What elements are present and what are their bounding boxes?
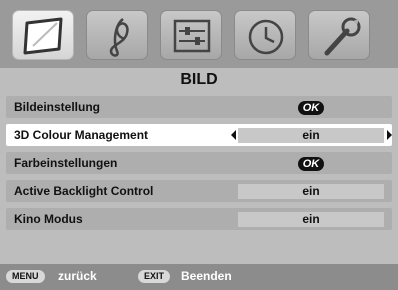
menu-row-kino-modus[interactable]: Kino Modus ein [6,208,392,230]
menu-row-value[interactable]: ein [238,128,384,143]
tab-timer[interactable] [234,10,296,60]
settings-sliders-icon [173,19,211,53]
exit-key-label: Beenden [181,269,232,283]
music-note-icon [109,18,129,57]
menu-row-value[interactable]: ein [238,212,384,227]
menu-row-value: OK [238,100,384,115]
ok-badge: OK [297,101,325,115]
menu-tab-bar [0,0,398,68]
exit-key-badge[interactable]: EXIT [138,270,171,283]
picture-menu-panel: BILD Bildeinstellung OK 3D Colour Manage… [0,68,398,264]
menu-row-value[interactable]: ein [238,184,384,199]
menu-row-label: 3D Colour Management [14,128,149,142]
menu-row-farbeinstellungen[interactable]: Farbeinstellungen OK [6,152,392,174]
menu-row-label: Farbeinstellungen [14,156,118,170]
picture-icon [23,17,63,55]
menu-row-label: Active Backlight Control [14,184,154,198]
menu-row-3d-colour-management[interactable]: 3D Colour Management ein [6,124,392,146]
tv-menu-screen: BILD Bildeinstellung OK 3D Colour Manage… [0,0,398,290]
tab-picture[interactable] [12,10,74,60]
menu-key-label: zurück [58,269,97,283]
menu-row-active-backlight-control[interactable]: Active Backlight Control ein [6,180,392,202]
menu-row-label: Bildeinstellung [14,100,101,114]
menu-row-value: OK [238,156,384,171]
wrench-icon [324,17,361,56]
arrow-left-icon[interactable] [231,130,236,140]
menu-title: BILD [180,71,218,88]
menu-row-label: Kino Modus [14,212,83,226]
ok-badge: OK [297,157,325,171]
menu-row-bildeinstellung[interactable]: Bildeinstellung OK [6,96,392,118]
tab-sound[interactable] [86,10,148,60]
tab-tools[interactable] [308,10,370,60]
arrow-right-icon[interactable] [387,130,392,140]
footer-bar: MENU zurück EXIT Beenden [0,264,398,290]
menu-key-badge[interactable]: MENU [6,270,45,283]
tab-setup[interactable] [160,10,222,60]
clock-icon [248,19,284,55]
